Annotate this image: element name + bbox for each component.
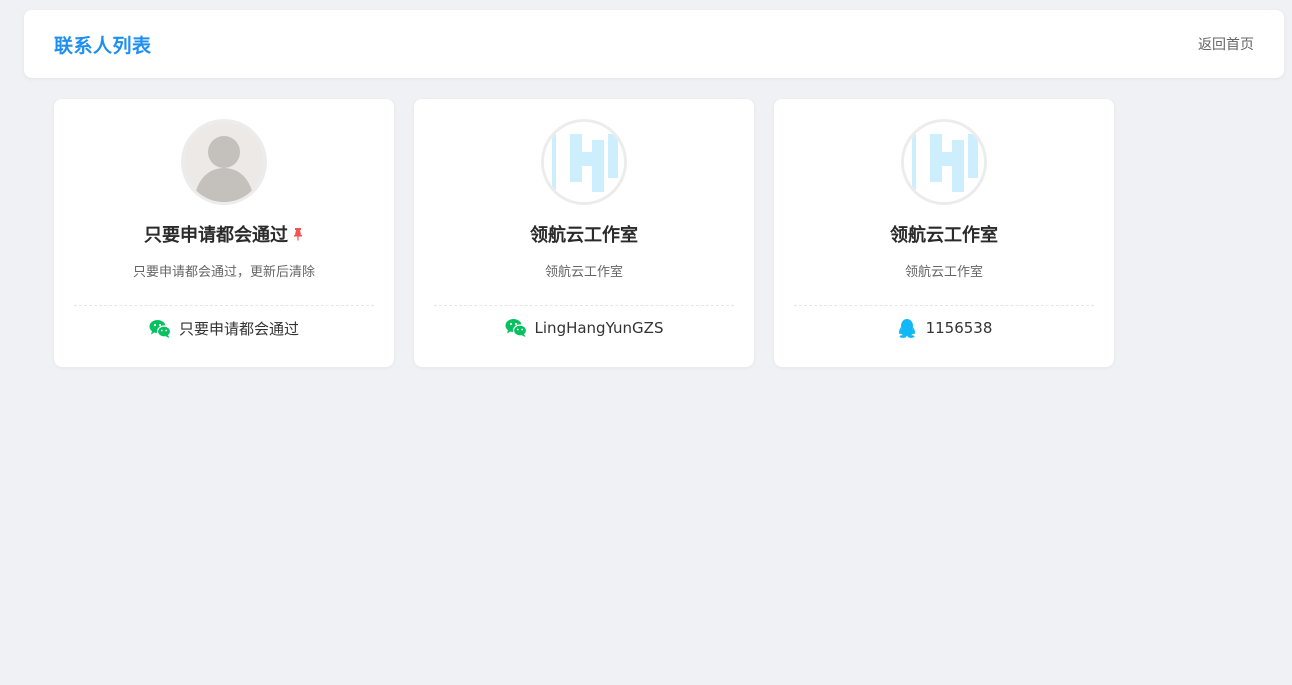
avatar (901, 119, 987, 205)
contact-value: 1156538 (925, 319, 993, 337)
contact-qq[interactable]: 1156538 (896, 318, 993, 338)
contact-description: 领航云工作室 (904, 265, 983, 280)
divider (74, 305, 374, 306)
home-link[interactable]: 返回首页 (1198, 34, 1254, 54)
page-title: 联系人列表 (54, 34, 152, 57)
contact-name: 领航云工作室 (530, 221, 638, 247)
contact-name-text: 领航云工作室 (890, 225, 998, 246)
divider (794, 305, 1094, 306)
contact-name: 领航云工作室 (890, 221, 998, 247)
contact-card[interactable]: 只要申请都会通过 只要申请都会通过，更新后清除 只要申请都会通过 (54, 99, 394, 367)
contact-name-text: 只要申请都会通过 (144, 225, 288, 246)
contact-wechat[interactable]: 只要申请都会通过 (149, 318, 299, 339)
contact-name: 只要申请都会通过 (144, 221, 304, 247)
contact-card[interactable]: 领航云工作室 领航云工作室 LingHangYunGZS (414, 99, 754, 367)
contact-name-text: 领航云工作室 (530, 225, 638, 246)
page-header: 联系人列表 返回首页 (24, 10, 1284, 78)
contact-description: 领航云工作室 (544, 265, 623, 280)
contact-wechat[interactable]: LingHangYunGZS (505, 318, 664, 338)
contact-card-list: 只要申请都会通过 只要申请都会通过，更新后清除 只要申请都会通过 领航云工作室 … (54, 99, 1114, 367)
linghang-logo-icon (904, 122, 984, 202)
contact-value: LingHangYunGZS (534, 319, 664, 337)
pin-icon (294, 228, 302, 241)
contact-value: 只要申请都会通过 (178, 320, 299, 338)
qq-icon (898, 319, 915, 338)
avatar (181, 119, 267, 205)
wechat-icon (505, 319, 527, 337)
person-placeholder-icon (184, 122, 264, 202)
divider (434, 305, 734, 306)
avatar (541, 119, 627, 205)
wechat-icon (149, 319, 171, 338)
linghang-logo-icon (544, 122, 624, 202)
contact-description: 只要申请都会通过，更新后清除 (132, 265, 315, 280)
contact-card[interactable]: 领航云工作室 领航云工作室 1156538 (774, 99, 1114, 367)
